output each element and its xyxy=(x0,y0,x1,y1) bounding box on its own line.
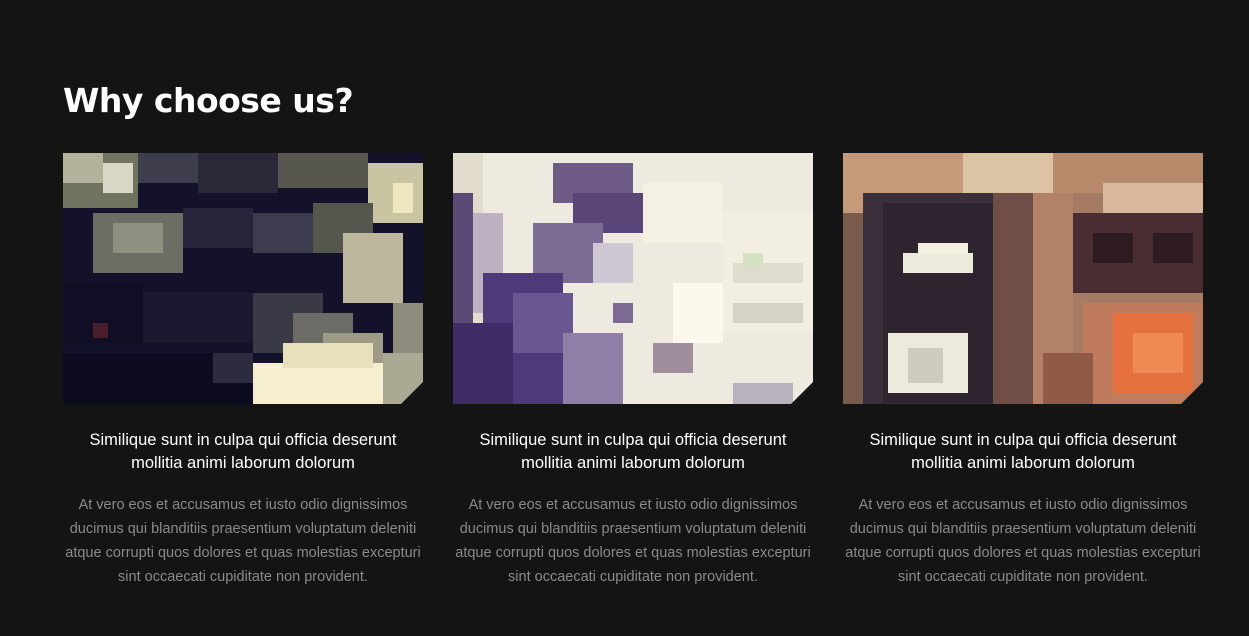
section-heading: Why choose us? xyxy=(63,81,354,120)
features-section: Why choose us? Similique sunt in culpa q… xyxy=(0,0,1249,636)
card-image-art xyxy=(63,153,423,404)
card-text: At vero eos et accusamus et iusto odio d… xyxy=(455,497,811,585)
card-image-corner xyxy=(791,382,813,404)
card-image xyxy=(63,153,423,404)
card-image-corner xyxy=(401,382,423,404)
card-text: At vero eos et accusamus et iusto odio d… xyxy=(845,497,1201,585)
card-image-corner xyxy=(1181,382,1203,404)
card-title: Similique sunt in culpa qui officia dese… xyxy=(869,431,1177,472)
feature-card: Similique sunt in culpa qui officia dese… xyxy=(63,153,423,589)
card-image-art xyxy=(843,153,1203,404)
card-title: Similique sunt in culpa qui officia dese… xyxy=(89,431,397,472)
card-image xyxy=(843,153,1203,404)
card-image-art xyxy=(453,153,813,404)
card-title: Similique sunt in culpa qui officia dese… xyxy=(479,431,787,472)
card-text: At vero eos et accusamus et iusto odio d… xyxy=(65,497,421,585)
card-image xyxy=(453,153,813,404)
feature-card: Similique sunt in culpa qui officia dese… xyxy=(843,153,1203,589)
feature-card: Similique sunt in culpa qui officia dese… xyxy=(453,153,813,589)
feature-cards: Similique sunt in culpa qui officia dese… xyxy=(63,153,1203,589)
